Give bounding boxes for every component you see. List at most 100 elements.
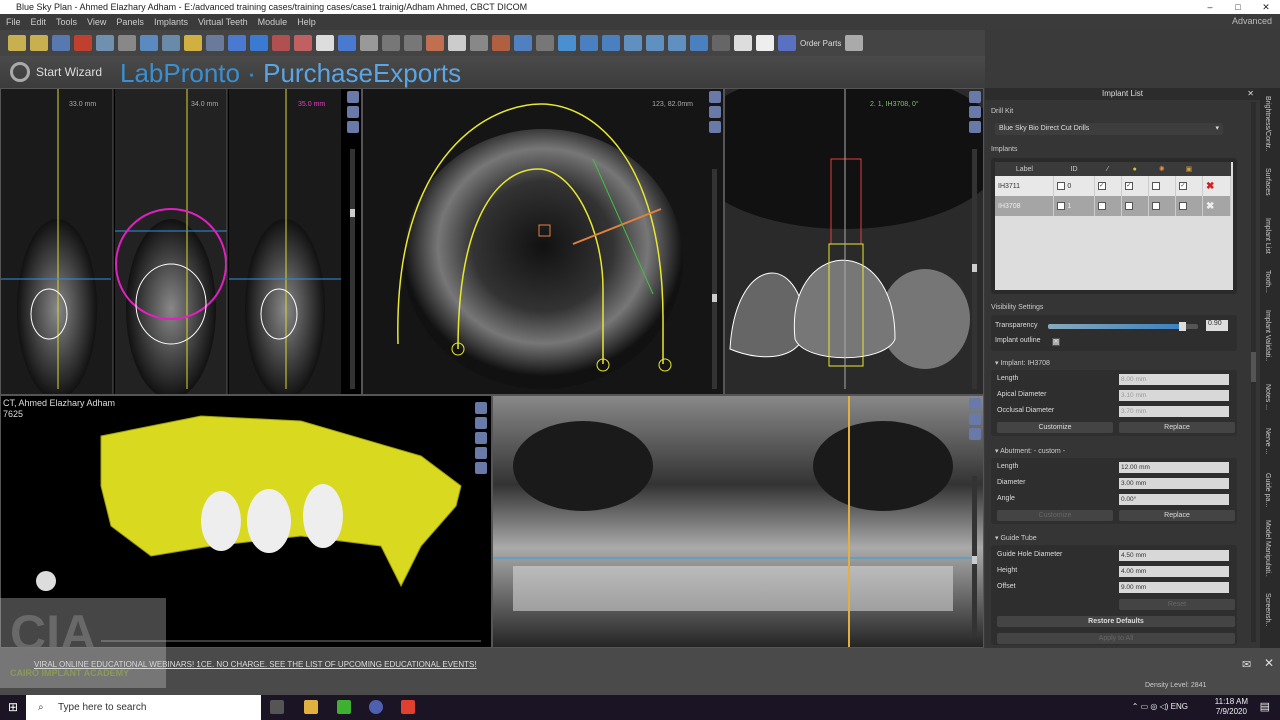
labpronto-logo[interactable]: LabPronto — [120, 58, 240, 88]
transparency-slider[interactable] — [1048, 322, 1198, 331]
guide-section-header[interactable]: ▾ Guide Tube — [995, 534, 1037, 542]
tab-model-manipulation[interactable]: Model Manipulati.. — [1264, 520, 1271, 577]
file-explorer-icon[interactable] — [304, 700, 318, 714]
adjust-icon[interactable] — [184, 35, 202, 51]
abutment-replace-button[interactable]: Replace — [1119, 510, 1235, 521]
windows-start-icon[interactable]: ⊞ — [8, 700, 18, 714]
menu-tools[interactable]: Tools — [56, 14, 77, 30]
box-icon[interactable] — [536, 35, 554, 51]
tooth-icon[interactable] — [316, 35, 334, 51]
view-icon[interactable] — [475, 417, 487, 429]
restore-defaults-button[interactable]: Restore Defaults — [997, 616, 1235, 627]
checkbox[interactable]: ✓ — [1178, 182, 1187, 190]
checkbox[interactable] — [1151, 202, 1160, 210]
checkbox[interactable]: ✓ — [1097, 202, 1106, 210]
density-icon[interactable] — [206, 35, 224, 51]
tab-notes[interactable]: Notes ... — [1264, 384, 1271, 410]
checkbox[interactable]: ✓ — [1124, 182, 1133, 190]
panel-close-icon[interactable]: ✕ — [1247, 88, 1254, 100]
view-icon[interactable] — [475, 402, 487, 414]
ruler-icon[interactable] — [470, 35, 488, 51]
checkbox[interactable] — [1178, 202, 1187, 210]
abutment-angle-input[interactable]: 0.00° — [1119, 494, 1229, 505]
panoramic-scrollbar[interactable] — [972, 476, 977, 636]
zoom-icon[interactable] — [580, 35, 598, 51]
panoramic-viewport[interactable] — [492, 395, 984, 648]
checkbox[interactable]: ✓ — [1124, 202, 1133, 210]
rotate-icon[interactable] — [969, 121, 981, 133]
apical-diameter-input[interactable]: 3.10 mm — [1119, 390, 1229, 401]
implant-view-viewport[interactable]: 2. 1, IH3708, 0° — [724, 88, 984, 395]
layer-icon[interactable] — [709, 121, 721, 133]
brand-banner[interactable]: LabPronto · PurchaseExports — [120, 58, 461, 89]
delete-icon[interactable]: ✖ — [1202, 196, 1232, 216]
panel-scrollbar[interactable] — [1251, 102, 1256, 642]
menu-view[interactable]: View — [87, 14, 106, 30]
tab-tooth[interactable]: Tooth... — [1264, 270, 1271, 293]
grid-icon[interactable] — [712, 35, 730, 51]
transparency-input[interactable]: 0.90 — [1206, 320, 1228, 331]
maximize-view-icon[interactable] — [969, 91, 981, 103]
redo-icon[interactable] — [118, 35, 136, 51]
tab-surfaces[interactable]: Surfaces — [1264, 168, 1271, 196]
checkbox[interactable] — [1151, 182, 1160, 190]
curve-icon[interactable] — [228, 35, 246, 51]
expand-icon[interactable] — [845, 35, 864, 51]
axial-scrollbar[interactable] — [712, 169, 717, 389]
maximize-view-icon[interactable] — [347, 91, 359, 103]
print-icon[interactable] — [514, 35, 532, 51]
angle-icon[interactable] — [646, 35, 664, 51]
tab-nerve[interactable]: Nerve ... — [1264, 428, 1271, 454]
import-icon[interactable] — [162, 35, 180, 51]
guide-icon[interactable] — [492, 35, 510, 51]
camtasia-green-icon[interactable] — [337, 700, 351, 714]
menu-file[interactable]: File — [6, 14, 21, 30]
new-icon[interactable] — [8, 35, 26, 51]
arch-icon[interactable] — [250, 35, 268, 51]
taskbar-search[interactable]: ⌕ Type here to search — [26, 695, 261, 720]
guide-hole-diameter-input[interactable]: 4.50 mm — [1119, 550, 1229, 561]
add-guide-icon[interactable] — [294, 35, 312, 51]
layer-icon[interactable] — [969, 413, 981, 425]
view-icon[interactable] — [475, 447, 487, 459]
advanced-toggle[interactable]: Advanced — [1232, 16, 1272, 26]
tab-implant-validation[interactable]: Implant Validati.. — [1264, 310, 1271, 361]
start-wizard-button[interactable]: Start Wizard — [10, 62, 102, 82]
system-tray[interactable]: ⌃ ▭ ◎ ◁) ENG — [1132, 702, 1188, 711]
menu-help[interactable]: Help — [297, 14, 316, 30]
tab-guide-path[interactable]: Guide pa... — [1264, 473, 1271, 507]
share-icon[interactable] — [734, 35, 752, 51]
slice-scrollbar[interactable] — [350, 149, 355, 389]
order-parts-button[interactable]: Order Parts — [800, 39, 841, 48]
maximize-view-icon[interactable] — [969, 398, 981, 410]
language-indicator[interactable]: ENG — [1171, 702, 1188, 711]
layout-icon[interactable] — [140, 35, 158, 51]
delete-icon[interactable]: ✖ — [1202, 176, 1232, 196]
apply-to-all-button[interactable]: Apply to All — [997, 633, 1235, 644]
layer-icon[interactable] — [969, 428, 981, 440]
menu-implants[interactable]: Implants — [154, 14, 188, 30]
checkbox[interactable] — [1057, 182, 1066, 190]
abutment-length-input[interactable]: 12.00 mm — [1119, 462, 1229, 473]
implant-section-header[interactable]: ▾ Implant: IH3708 — [995, 359, 1050, 367]
tab-implant-list[interactable]: Implant List — [1264, 218, 1271, 254]
occlusal-diameter-input[interactable]: 3.70 mm — [1119, 406, 1229, 417]
rotate-icon[interactable] — [558, 35, 576, 51]
task-view-icon[interactable] — [270, 700, 284, 714]
close-news-icon[interactable]: ✕ — [1264, 656, 1274, 670]
cloud-icon[interactable] — [756, 35, 774, 51]
layer-icon[interactable] — [347, 121, 359, 133]
settings-icon[interactable] — [347, 106, 359, 118]
drill-kit-select[interactable]: Blue Sky Bio Direct Cut Drills ▾ — [995, 123, 1223, 135]
clock[interactable]: 11:18 AM 7/9/2020 — [1215, 697, 1248, 717]
view-icon[interactable] — [475, 432, 487, 444]
camtasia-red-icon[interactable] — [401, 700, 415, 714]
measure-icon[interactable] — [624, 35, 642, 51]
implant-length-input[interactable]: 8.00 mm — [1119, 374, 1229, 385]
reset-button[interactable]: Reset — [1119, 599, 1235, 610]
maximize-view-icon[interactable] — [709, 91, 721, 103]
abutment-customize-button[interactable]: Customize — [997, 510, 1113, 521]
tab-screenshot[interactable]: Screensh.. — [1264, 593, 1271, 626]
implant-replace-button[interactable]: Replace — [1119, 422, 1235, 433]
pin-icon[interactable] — [360, 35, 378, 51]
